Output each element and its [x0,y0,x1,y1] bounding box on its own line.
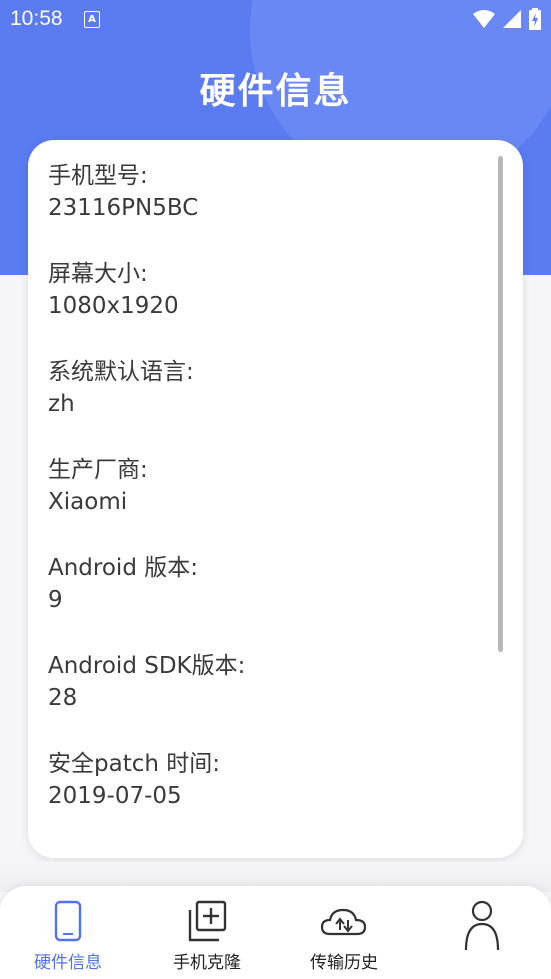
nav-label: 硬件信息 [34,953,102,973]
info-value: 1080x1920 [48,293,179,319]
nav-label: 传输历史 [310,953,378,973]
info-label: 生产厂商: [48,457,148,483]
info-item: 生产厂商: Xiaomi [48,454,245,552]
nav-item-transfer-history[interactable]: 传输历史 [289,886,399,979]
bottom-navigation: 硬件信息 手机克隆 传输历史 [0,886,551,979]
info-label: 屏幕大小: [48,261,148,287]
person-icon [464,900,500,950]
info-value: 23116PN5BC [48,195,199,221]
status-time: 10:58 [10,7,63,30]
signal-icon [503,10,521,28]
scrollbar[interactable] [498,156,503,652]
info-value: 9 [48,587,63,613]
info-label: 安全patch 时间: [48,751,220,777]
info-list: 手机型号: 23116PN5BC 屏幕大小: 1080x1920 系统默认语言: zh 生产… [48,160,245,846]
add-copy-icon [188,900,227,942]
info-label: Android 版本: [48,555,198,581]
info-item: Android 版本: 9 [48,552,245,650]
nav-label: 手机克隆 [173,953,241,973]
phone-icon [54,900,82,942]
info-item: 系统默认语言: zh [48,356,245,454]
info-item: 安全patch 时间: 2019-07-05 [48,748,245,846]
info-item: 屏幕大小: 1080x1920 [48,258,245,356]
notification-icon: A [84,11,100,28]
nav-item-phone-clone[interactable]: 手机克隆 [152,886,262,979]
nav-item-profile[interactable] [427,886,537,979]
info-item: 手机型号: 23116PN5BC [48,160,245,258]
info-item: Android SDK版本: 28 [48,650,245,748]
info-value: 28 [48,685,78,711]
battery-icon [529,8,541,30]
info-value: 2019-07-05 [48,783,182,809]
status-icons [473,8,541,30]
wifi-icon [473,10,495,28]
info-label: Android SDK版本: [48,653,246,679]
info-value: Xiaomi [48,489,128,515]
cloud-transfer-icon [320,908,367,936]
info-label: 系统默认语言: [48,359,194,385]
page-title: 硬件信息 [199,71,352,112]
nav-item-hardware-info[interactable]: 硬件信息 [13,886,123,979]
info-value: zh [48,391,75,417]
info-label: 手机型号: [48,163,148,189]
status-bar: 10:58 A [0,0,551,38]
